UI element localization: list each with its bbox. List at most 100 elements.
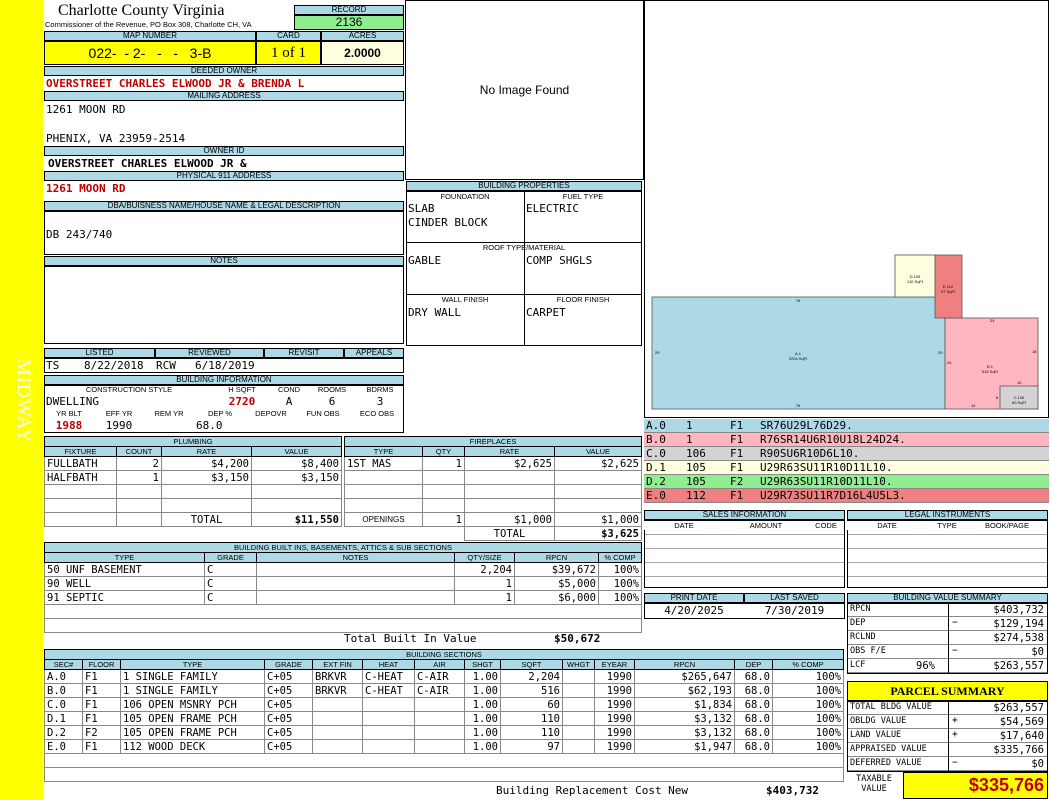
- col-qty: QTY/SIZE: [454, 552, 515, 563]
- legend-sec: B.0: [646, 433, 666, 446]
- appeals-header: APPEALS: [344, 348, 404, 358]
- table-cell: 68.0: [734, 725, 773, 740]
- plumbing-header: PLUMBING: [44, 436, 342, 447]
- summary-field: $263,557: [993, 660, 1044, 672]
- table-cell: [414, 725, 465, 740]
- table-row: [44, 484, 342, 499]
- table-cell: C-AIR: [414, 683, 465, 698]
- legend-code: U29R63SU11R10D11L10.: [760, 461, 893, 474]
- vs-row-rclnd: RCLND $274,538: [848, 631, 1047, 645]
- col-type: TYPE: [44, 552, 205, 563]
- summary-field: + $54,569: [948, 715, 1047, 729]
- vs-row-dep: DEP − $129,194: [848, 617, 1047, 631]
- table-cell: [44, 484, 117, 499]
- table-cell: 1990: [594, 697, 635, 712]
- table-cell: [256, 576, 455, 591]
- vs-row-lcf: LCF 96% $263,557: [848, 659, 1047, 673]
- col-heat: HEAT: [362, 659, 415, 670]
- summary-field: −: [952, 645, 958, 656]
- table-cell: $3,150: [251, 470, 342, 485]
- table-row: [344, 484, 642, 499]
- col-comp: % COMP: [598, 552, 642, 563]
- table-cell: [312, 711, 363, 726]
- table-cell: D.1: [44, 711, 83, 726]
- bi-hsqft-label: H SQFT: [228, 385, 256, 394]
- table-cell: 1990: [594, 669, 635, 684]
- table-cell: 1990: [594, 683, 635, 698]
- table-cell: [44, 498, 117, 513]
- legend-floor: F1: [730, 447, 744, 460]
- legal-value: DB 243/740: [46, 228, 113, 241]
- notes-header: NOTES: [44, 256, 404, 266]
- map-number-header: MAP NUMBER: [44, 31, 256, 41]
- col-shgt: SHGT: [464, 659, 501, 670]
- sketch-dim-b-right: 18: [1032, 349, 1037, 354]
- li-date-label: DATE: [847, 521, 927, 530]
- table-cell: F1: [82, 711, 121, 726]
- table-cell: [464, 484, 555, 499]
- table-cell: C+05: [264, 739, 313, 754]
- summary-field: −: [952, 757, 958, 768]
- col-extfin: EXT FIN: [312, 659, 363, 670]
- table-row: [44, 498, 342, 513]
- table-cell: C+05: [264, 711, 313, 726]
- table-cell: 100%: [772, 669, 844, 684]
- table-cell: 100%: [772, 683, 844, 698]
- bp-vdivider: [524, 191, 525, 346]
- legend-row-a: A.0 1 F1 SR76U29L76D29.: [644, 419, 1049, 433]
- map-number-value: 022- - 2- - - 3-B: [44, 41, 256, 65]
- summary-field: OBS F/E: [850, 646, 886, 656]
- table-row: 91 SEPTIC C 1 $6,000 100%: [44, 590, 642, 605]
- taxable-label: TAXABLE VALUE: [856, 774, 892, 794]
- table-cell: 1: [422, 512, 465, 527]
- table-cell: [362, 725, 415, 740]
- summary-field: $0: [1031, 758, 1044, 770]
- legend-sec: C.0: [646, 447, 666, 460]
- replacement-cost-value: $403,732: [766, 784, 819, 797]
- table-cell: $3,625: [554, 526, 642, 541]
- col-rpcn: RPCN: [514, 552, 599, 563]
- sketch-label-c-2: 60 SqFt: [1012, 400, 1027, 405]
- physical-address-header: PHYSICAL 911 ADDRESS: [44, 171, 404, 181]
- table-cell: 2,204: [500, 669, 563, 684]
- table-cell: 2: [116, 456, 162, 471]
- table-cell: 68.0: [734, 739, 773, 754]
- col-rate: RATE: [161, 446, 252, 457]
- table-cell: [562, 697, 595, 712]
- table-cell: 100%: [772, 739, 844, 754]
- table-row: [44, 604, 642, 619]
- legend-row-c: C.0 106 F1 R90SU6R10D6L10.: [644, 447, 1049, 461]
- table-cell: 50 UNF BASEMENT: [44, 562, 205, 577]
- col-type: TYPE: [344, 446, 423, 457]
- sketch-label-a-2: 2204 SqFt: [789, 356, 808, 361]
- table-cell: 1990: [594, 711, 635, 726]
- table-cell: $3,150: [161, 470, 252, 485]
- table-cell: C-AIR: [414, 669, 465, 684]
- table-cell: $3,132: [634, 725, 735, 740]
- table-cell: 1990: [594, 725, 635, 740]
- legend-code: U29R73SU11R7D16L4U5L3.: [760, 489, 906, 502]
- no-image-text: No Image Found: [479, 83, 570, 97]
- table-cell: [562, 725, 595, 740]
- table-cell: [344, 498, 423, 513]
- legend-floor: F1: [730, 461, 744, 474]
- legend-num: 106: [686, 447, 706, 460]
- summary-field: $263,557: [948, 659, 1047, 673]
- reviewed-header: REVIEWED: [155, 348, 264, 358]
- col-rpcn: RPCN: [634, 659, 735, 670]
- col-comp: % COMP: [772, 659, 844, 670]
- table-cell: 1: [116, 470, 162, 485]
- summary-field: DEFERRED VALUE: [850, 758, 922, 768]
- table-row: [344, 470, 642, 485]
- reviewed-by: RCW: [156, 359, 176, 372]
- summary-field: APPRAISED VALUE: [850, 744, 927, 754]
- col-grade: GRADE: [204, 552, 257, 563]
- listed-date: 8/22/2018: [84, 359, 144, 372]
- col-qty: QTY: [422, 446, 465, 457]
- table-cell: 1: [422, 456, 465, 471]
- table-cell: [344, 470, 423, 485]
- col-sqft: SQFT: [500, 659, 563, 670]
- fireplaces-total-row: TOTAL $3,625: [345, 526, 642, 541]
- legend-code: R76SR14U6R10U18L24D24.: [760, 433, 906, 446]
- bi-effyr-label: EFF YR: [105, 409, 133, 418]
